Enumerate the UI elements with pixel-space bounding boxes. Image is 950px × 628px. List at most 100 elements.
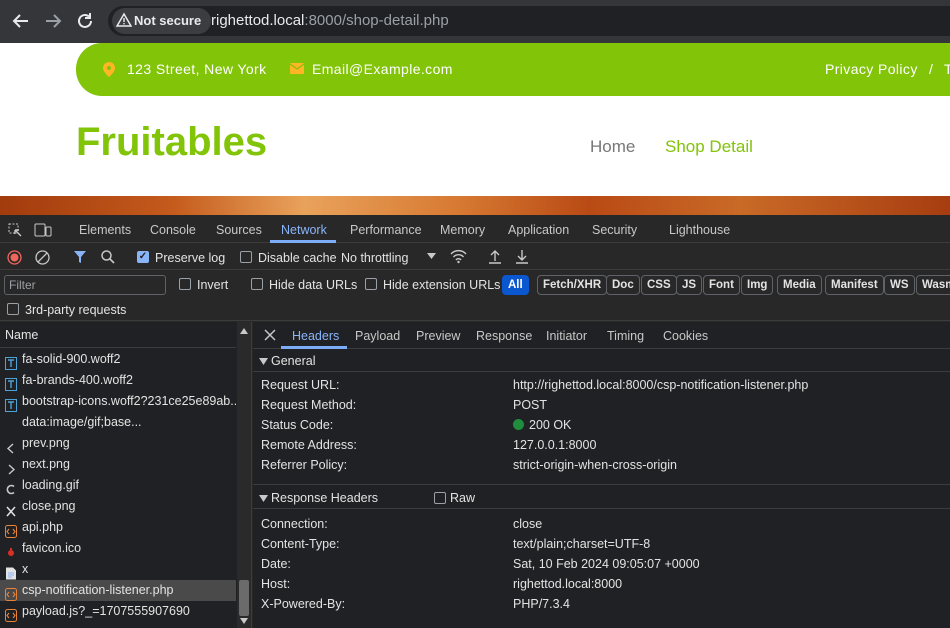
- request-row[interactable]: fa-brands-400.woff2: [0, 370, 236, 391]
- scroll-up-icon[interactable]: [240, 328, 248, 334]
- request-row[interactable]: loading.gif: [0, 475, 236, 496]
- filter-manifest[interactable]: Manifest: [825, 275, 884, 295]
- email-text[interactable]: Email@Example.com: [312, 61, 453, 77]
- url-text[interactable]: righettod.local:8000/shop-detail.php: [211, 12, 449, 29]
- nav-home[interactable]: Home: [590, 137, 635, 157]
- request-row[interactable]: favicon.ico: [0, 538, 236, 559]
- request-row[interactable]: data:image/gif;base...: [0, 412, 236, 433]
- header-key: Connection:: [261, 517, 328, 531]
- filter-img[interactable]: Img: [741, 275, 774, 295]
- request-name: close.png: [22, 499, 76, 513]
- filter-doc[interactable]: Doc: [606, 275, 640, 295]
- general-section-header[interactable]: General: [253, 350, 950, 372]
- filter-input[interactable]: Filter: [4, 275, 166, 295]
- reload-button[interactable]: [72, 8, 98, 34]
- tab-headers[interactable]: Headers: [292, 329, 339, 343]
- filter-font[interactable]: Font: [703, 275, 740, 295]
- request-row[interactable]: bootstrap-icons.woff2?231ce25e89ab...: [0, 391, 236, 412]
- request-list: Name fa-solid-900.woff2 fa-brands-400.wo…: [0, 322, 252, 628]
- tab-preview[interactable]: Preview: [416, 329, 460, 343]
- request-name: fa-brands-400.woff2: [22, 373, 133, 387]
- envelope-icon: [290, 63, 304, 74]
- request-name: data:image/gif;base...: [22, 415, 142, 429]
- request-row[interactable]: prev.png: [0, 433, 236, 454]
- raw-label: Raw: [450, 491, 476, 505]
- request-name: next.png: [22, 457, 70, 471]
- network-conditions-icon[interactable]: [450, 249, 467, 264]
- forward-button[interactable]: [40, 8, 66, 34]
- request-row[interactable]: next.png: [0, 454, 236, 475]
- filter-media[interactable]: Media: [777, 275, 822, 295]
- close-icon[interactable]: [264, 329, 276, 341]
- header-key: Request URL:: [261, 378, 340, 392]
- tab-console[interactable]: Console: [150, 223, 196, 237]
- url-host: righettod.local: [211, 12, 305, 29]
- response-headers-section-header[interactable]: Response Headers: [253, 484, 950, 509]
- inspect-element-icon[interactable]: [8, 223, 22, 237]
- triangle-down-icon: [259, 358, 268, 365]
- clear-icon[interactable]: [35, 250, 50, 265]
- throttling-select[interactable]: No throttling: [341, 251, 408, 265]
- request-row[interactable]: x: [0, 559, 236, 580]
- invert-label: Invert: [197, 278, 229, 292]
- third-party-checkbox[interactable]: [7, 303, 19, 315]
- request-name: csp-notification-listener.php: [22, 583, 174, 597]
- request-row[interactable]: payload.js?_=1707555907690: [0, 601, 236, 622]
- request-row[interactable]: fa-solid-900.woff2: [0, 349, 236, 370]
- tab-cookies[interactable]: Cookies: [663, 329, 708, 343]
- disable-cache-checkbox[interactable]: [240, 251, 252, 263]
- tab-memory[interactable]: Memory: [440, 223, 485, 237]
- request-row[interactable]: close.png: [0, 496, 236, 517]
- hide-extension-urls-checkbox[interactable]: [365, 278, 377, 290]
- spinner-icon: [6, 484, 15, 495]
- tab-payload[interactable]: Payload: [355, 329, 400, 343]
- filter-ws[interactable]: WS: [884, 275, 915, 295]
- tab-timing[interactable]: Timing: [607, 329, 644, 343]
- request-row[interactable]: api.php: [0, 517, 236, 538]
- nav-shop-detail[interactable]: Shop Detail: [665, 137, 753, 157]
- response-headers-title: Response Headers: [271, 491, 379, 505]
- topbar-separator: /: [929, 61, 934, 77]
- filter-fetch-xhr[interactable]: Fetch/XHR: [537, 275, 608, 295]
- filter-icon[interactable]: [73, 250, 87, 264]
- terms-link[interactable]: T: [944, 61, 950, 77]
- name-column-header[interactable]: Name: [0, 322, 236, 348]
- record-stop-icon[interactable]: [7, 250, 22, 265]
- tab-performance[interactable]: Performance: [350, 223, 422, 237]
- header-key: Status Code:: [261, 418, 334, 432]
- tab-sources[interactable]: Sources: [216, 223, 262, 237]
- header-value: text/plain;charset=UTF-8: [513, 537, 651, 551]
- device-toolbar-icon[interactable]: [34, 223, 52, 237]
- import-har-icon[interactable]: [488, 249, 502, 264]
- filter-all[interactable]: All: [502, 275, 529, 295]
- status-dot-icon: [513, 419, 524, 430]
- privacy-link[interactable]: Privacy Policy: [825, 61, 918, 77]
- security-chip[interactable]: Not secure: [112, 8, 212, 34]
- filter-css[interactable]: CSS: [641, 275, 677, 295]
- address-text: 123 Street, New York: [127, 61, 267, 77]
- back-button[interactable]: [8, 8, 34, 34]
- brand-logo[interactable]: Fruitables: [76, 120, 267, 165]
- header-key: Referrer Policy:: [261, 458, 348, 472]
- tab-lighthouse[interactable]: Lighthouse: [669, 223, 730, 237]
- url-path: :8000/shop-detail.php: [304, 12, 449, 29]
- search-icon[interactable]: [101, 250, 115, 264]
- tab-response[interactable]: Response: [476, 329, 532, 343]
- tab-application[interactable]: Application: [508, 223, 569, 237]
- scroll-thumb[interactable]: [239, 580, 249, 616]
- scroll-down-icon[interactable]: [240, 618, 248, 624]
- header-key: Date:: [261, 557, 291, 571]
- tab-security[interactable]: Security: [592, 223, 637, 237]
- hide-data-urls-checkbox[interactable]: [251, 278, 263, 290]
- preserve-log-checkbox[interactable]: ✓: [137, 251, 149, 263]
- filter-wasm[interactable]: Wasm: [916, 275, 950, 295]
- filter-js[interactable]: JS: [676, 275, 703, 295]
- tab-initiator[interactable]: Initiator: [546, 329, 587, 343]
- invert-checkbox[interactable]: [179, 278, 191, 290]
- tab-elements[interactable]: Elements: [79, 223, 131, 237]
- raw-checkbox[interactable]: [434, 492, 446, 504]
- export-har-icon[interactable]: [515, 249, 529, 264]
- tab-network[interactable]: Network: [281, 223, 327, 237]
- request-row-selected[interactable]: csp-notification-listener.php: [0, 580, 236, 601]
- chevron-left-icon: [6, 443, 14, 454]
